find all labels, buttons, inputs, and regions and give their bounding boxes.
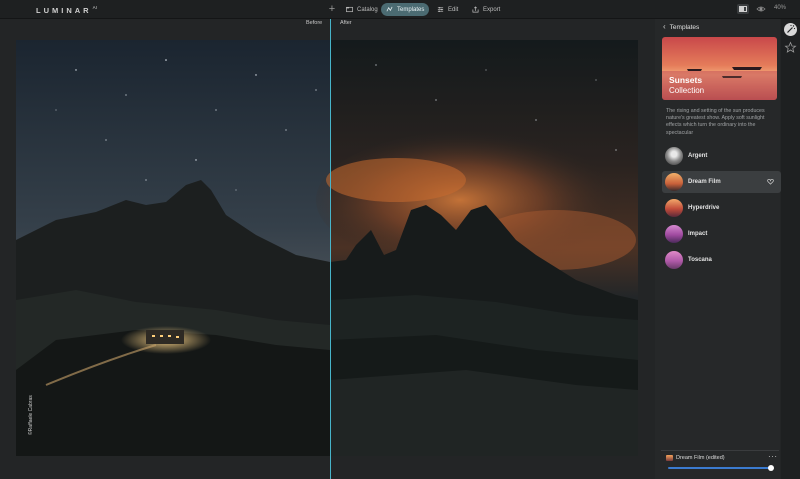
template-item-toscana[interactable]: Toscana: [662, 249, 781, 271]
tab-edit[interactable]: Edit: [432, 3, 463, 16]
tab-edit-label: Edit: [448, 6, 459, 13]
template-item-hyperdrive[interactable]: Hyperdrive: [662, 197, 781, 219]
template-thumbnail: [665, 173, 683, 191]
template-name: Impact: [688, 231, 708, 237]
applied-template-thumbnail: [666, 455, 673, 461]
export-icon: [472, 6, 479, 13]
photo-image: [16, 40, 638, 456]
template-item-argent[interactable]: Argent: [662, 145, 781, 167]
after-label: After: [340, 20, 352, 26]
templates-icon: [386, 6, 393, 12]
magic-wand-icon[interactable]: [784, 23, 797, 36]
tab-templates-label: Templates: [397, 6, 425, 13]
applied-template: Dream Film (edited): [666, 455, 725, 461]
panel-title: Templates: [669, 23, 700, 31]
template-amount-slider[interactable]: [668, 467, 771, 469]
template-name: Argent: [688, 153, 708, 159]
applied-template-label: Dream Film (edited): [676, 455, 725, 461]
template-item-dream-film[interactable]: Dream Film: [662, 171, 781, 193]
more-icon[interactable]: ···: [768, 452, 778, 461]
footer-divider: [661, 450, 779, 451]
tab-catalog[interactable]: Catalog: [341, 3, 383, 16]
template-name: Toscana: [688, 257, 712, 263]
eye-icon[interactable]: [756, 4, 766, 14]
template-thumbnail: [665, 251, 683, 269]
collection-title: Sunsets: [669, 75, 703, 85]
top-bar: LUMINARAI + Catalog Templates Edit Expor…: [0, 0, 800, 19]
right-tool-strip: [781, 19, 800, 479]
template-item-impact[interactable]: Impact: [662, 223, 781, 245]
zoom-level[interactable]: 40%: [774, 5, 786, 11]
before-label: Before: [306, 20, 323, 26]
tab-templates[interactable]: Templates: [381, 3, 430, 16]
catalog-icon: [346, 6, 353, 13]
photo-canvas[interactable]: ©Raffaele Cabras: [16, 40, 638, 456]
heart-icon[interactable]: [767, 178, 774, 185]
star-icon[interactable]: [784, 41, 797, 54]
tab-export[interactable]: Export: [467, 3, 505, 16]
compare-icon[interactable]: [737, 4, 749, 14]
template-name: Hyperdrive: [688, 205, 720, 211]
slider-handle[interactable]: [768, 465, 774, 471]
edit-icon: [437, 6, 444, 13]
template-name: Dream Film: [688, 179, 721, 185]
chevron-left-icon[interactable]: ‹: [663, 23, 666, 31]
collection-subtitle: Collection: [669, 86, 705, 95]
collection-description: The rising and setting of the sun produc…: [666, 108, 765, 136]
tab-export-label: Export: [483, 6, 501, 13]
before-after-divider[interactable]: [330, 19, 331, 479]
photo-watermark: ©Raffaele Cabras: [28, 395, 34, 435]
plus-icon[interactable]: +: [327, 2, 337, 16]
panel-header[interactable]: ‹ Templates: [663, 23, 699, 31]
collection-banner[interactable]: Sunsets Collection: [662, 37, 777, 100]
template-thumbnail: [665, 147, 683, 165]
app-logo: LUMINARAI: [36, 5, 98, 15]
template-thumbnail: [665, 225, 683, 243]
template-thumbnail: [665, 199, 683, 217]
tab-catalog-label: Catalog: [357, 6, 378, 13]
